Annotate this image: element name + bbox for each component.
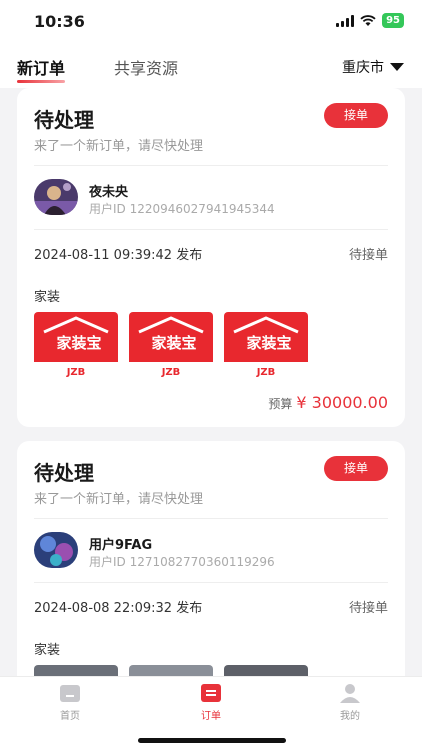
status-time: 10:36 xyxy=(34,12,85,31)
budget-value: ¥ 30000.00 xyxy=(296,393,388,412)
status-icons: 95 xyxy=(336,13,404,28)
status-bar: 10:36 95 xyxy=(0,0,422,44)
divider xyxy=(34,229,388,230)
order-date-value: 2024-08-11 09:39:42 xyxy=(34,248,173,263)
order-image[interactable] xyxy=(129,665,213,676)
divider xyxy=(34,165,388,166)
city-selector[interactable]: 重庆市 xyxy=(342,57,404,77)
home-indicator xyxy=(138,738,286,743)
avatar xyxy=(34,532,78,568)
logo-text: 家装宝 xyxy=(56,334,101,352)
nav-profile[interactable]: 我的 xyxy=(320,683,380,722)
order-subtitle: 来了一个新订单，请尽快处理 xyxy=(34,492,204,507)
order-image[interactable] xyxy=(34,665,118,676)
order-category: 家装 xyxy=(34,643,61,658)
user-id: 用户ID 1220946027941945344 xyxy=(89,202,275,216)
profile-icon xyxy=(339,683,361,703)
logo-text: 家装宝 xyxy=(151,334,196,352)
order-date: 2024-08-11 09:39:42 发布 xyxy=(34,244,202,263)
nav-orders[interactable]: 订单 xyxy=(181,683,241,722)
order-date-suffix: 发布 xyxy=(176,248,203,263)
tab-shared-resources[interactable]: 共享资源 xyxy=(114,55,178,79)
order-status-title: 待处理 xyxy=(34,461,94,485)
home-icon xyxy=(59,683,81,703)
avatar xyxy=(34,179,78,215)
order-icon xyxy=(200,683,222,703)
order-date: 2024-08-08 22:09:32 发布 xyxy=(34,597,202,616)
order-list[interactable]: 待处理 接单 来了一个新订单，请尽快处理 夜未央 用户ID 1220946027… xyxy=(0,88,422,676)
order-subtitle: 来了一个新订单，请尽快处理 xyxy=(34,139,204,154)
chevron-down-icon xyxy=(390,63,404,71)
user-name: 夜未央 xyxy=(89,185,129,200)
order-card[interactable]: 待处理 接单 来了一个新订单，请尽快处理 用户9FAG 用户ID 1271082… xyxy=(17,441,405,676)
order-image[interactable]: 家装宝 JZB xyxy=(224,312,308,380)
battery-icon: 95 xyxy=(382,13,404,28)
accept-order-button[interactable]: 接单 xyxy=(324,456,388,481)
order-image[interactable]: 家装宝 JZB xyxy=(129,312,213,380)
accept-order-button[interactable]: 接单 xyxy=(324,103,388,128)
signal-icon xyxy=(336,14,355,27)
logo-text: 家装宝 xyxy=(246,334,291,352)
order-card[interactable]: 待处理 接单 来了一个新订单，请尽快处理 夜未央 用户ID 1220946027… xyxy=(17,88,405,427)
order-category: 家装 xyxy=(34,290,61,305)
order-status-title: 待处理 xyxy=(34,108,94,132)
order-state: 待接单 xyxy=(348,601,388,616)
nav-label: 首页 xyxy=(60,711,80,722)
budget-label: 预算 xyxy=(268,397,293,411)
order-image[interactable]: 家装宝 JZB xyxy=(34,312,118,380)
order-budget: 预算 ¥ 30000.00 xyxy=(268,393,388,412)
user-name: 用户9FAG xyxy=(89,538,153,553)
city-label: 重庆市 xyxy=(342,60,384,76)
logo-caption: JZB xyxy=(256,367,276,378)
order-date-suffix: 发布 xyxy=(176,601,203,616)
nav-label: 我的 xyxy=(340,711,360,722)
nav-home[interactable]: 首页 xyxy=(40,683,100,722)
divider xyxy=(34,518,388,519)
logo-caption: JZB xyxy=(161,367,181,378)
logo-caption: JZB xyxy=(66,367,86,378)
order-date-value: 2024-08-08 22:09:32 xyxy=(34,601,173,616)
order-image-gallery xyxy=(34,665,308,676)
nav-label: 订单 xyxy=(201,711,221,722)
order-state: 待接单 xyxy=(348,248,388,263)
tab-new-orders[interactable]: 新订单 xyxy=(17,55,66,83)
divider xyxy=(34,582,388,583)
order-image[interactable] xyxy=(224,665,308,676)
wifi-icon xyxy=(360,14,376,26)
order-image-gallery: 家装宝 JZB 家装宝 JZB 家装宝 JZB xyxy=(34,312,308,380)
header: 新订单 共享资源 重庆市 xyxy=(0,44,422,88)
user-id: 用户ID 1271082770360119296 xyxy=(89,555,275,569)
